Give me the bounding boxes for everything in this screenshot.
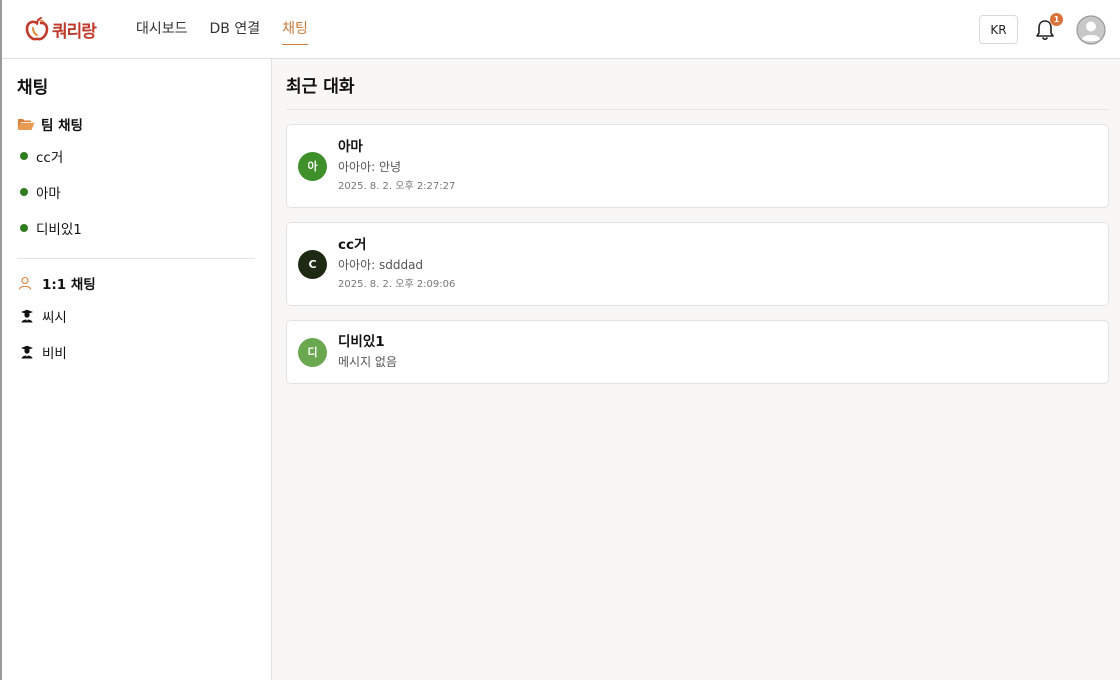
user-avatar-icon[interactable] xyxy=(1076,14,1106,45)
sidebar-item-team-room[interactable]: 아마 xyxy=(17,174,256,210)
conversation-name: 디비있1 xyxy=(338,334,385,350)
conversation-timestamp: 2025. 8. 2. 오후 2:09:06 xyxy=(338,279,456,290)
conversation-name: 아마 xyxy=(338,139,363,155)
sidebar-item-dm-user[interactable]: 비비 xyxy=(17,334,256,370)
conversation-last-message: 메시지 없음 xyxy=(338,355,398,369)
main-nav: 대시보드 DB 연결 채팅 xyxy=(136,0,308,59)
apple-logo-icon xyxy=(25,17,49,41)
language-button[interactable]: KR xyxy=(979,15,1018,44)
sidebar-item-team-room[interactable]: 디비있1 xyxy=(17,210,256,246)
team-chat-group-label: 팀 채팅 xyxy=(41,118,83,134)
conversation-avatar: 디 xyxy=(298,337,327,367)
conversation-card[interactable]: 아 아마 아아아: 안녕 2025. 8. 2. 오후 2:27:27 xyxy=(286,124,1109,208)
logo-text: 쿼리랑 xyxy=(52,21,97,42)
page-title: 최근 대화 xyxy=(286,59,1109,110)
header-tools: KR 1 xyxy=(979,0,1106,59)
sidebar-title: 채팅 xyxy=(17,78,49,98)
notification-button[interactable]: 1 xyxy=(1034,12,1063,42)
conversation-list: 아 아마 아아아: 안녕 2025. 8. 2. 오후 2:27:27 C cc… xyxy=(286,110,1109,384)
sidebar-item-dm-user[interactable]: 씨시 xyxy=(17,298,256,334)
sidebar-item-team-room[interactable]: cc거 xyxy=(17,138,256,174)
dm-user-label: 비비 xyxy=(42,346,67,362)
top-navigation-bar: 쿼리랑 대시보드 DB 연결 채팅 KR 1 xyxy=(2,0,1120,59)
dm-chat-group-header[interactable]: 1:1 채팅 xyxy=(17,271,256,295)
team-chat-group-header[interactable]: 팀 채팅 xyxy=(17,112,256,136)
online-status-dot xyxy=(20,224,28,232)
conversation-timestamp: 2025. 8. 2. 오후 2:27:27 xyxy=(338,181,456,192)
conversation-last-message: 아아아: sdddad xyxy=(338,258,424,272)
room-label: 아마 xyxy=(36,186,61,202)
online-status-dot xyxy=(20,152,28,160)
graduate-user-icon xyxy=(21,345,33,359)
nav-chat[interactable]: 채팅 xyxy=(282,18,308,45)
conversation-card[interactable]: C cc거 아아아: sdddad 2025. 8. 2. 오후 2:09:06 xyxy=(286,222,1109,306)
conversation-avatar: C xyxy=(298,249,327,279)
nav-dashboard[interactable]: 대시보드 xyxy=(136,18,188,40)
room-label: 디비있1 xyxy=(36,222,82,238)
person-outline-icon xyxy=(18,276,32,290)
online-status-dot xyxy=(20,188,28,196)
conversation-card[interactable]: 디 디비있1 메시지 없음 xyxy=(286,320,1109,384)
graduate-user-icon xyxy=(21,309,33,323)
sidebar-divider xyxy=(17,258,255,259)
conversation-avatar: 아 xyxy=(298,151,327,181)
conversation-last-message: 아아아: 안녕 xyxy=(338,160,402,174)
nav-db-connection[interactable]: DB 연결 xyxy=(210,18,261,40)
room-label: cc거 xyxy=(36,150,64,166)
conversation-name: cc거 xyxy=(338,237,367,253)
folder-open-icon xyxy=(18,119,35,130)
chat-sidebar: 채팅 팀 채팅 cc거 아마 디비있1 1:1 채팅 씨시 비비 xyxy=(2,59,272,680)
recent-conversations-panel: 최근 대화 아 아마 아아아: 안녕 2025. 8. 2. 오후 2:27:2… xyxy=(272,59,1120,680)
app-logo[interactable]: 쿼리랑 xyxy=(24,16,110,42)
notification-badge: 1 xyxy=(1050,12,1063,26)
dm-chat-group-label: 1:1 채팅 xyxy=(42,277,96,293)
dm-user-label: 씨시 xyxy=(42,310,67,326)
